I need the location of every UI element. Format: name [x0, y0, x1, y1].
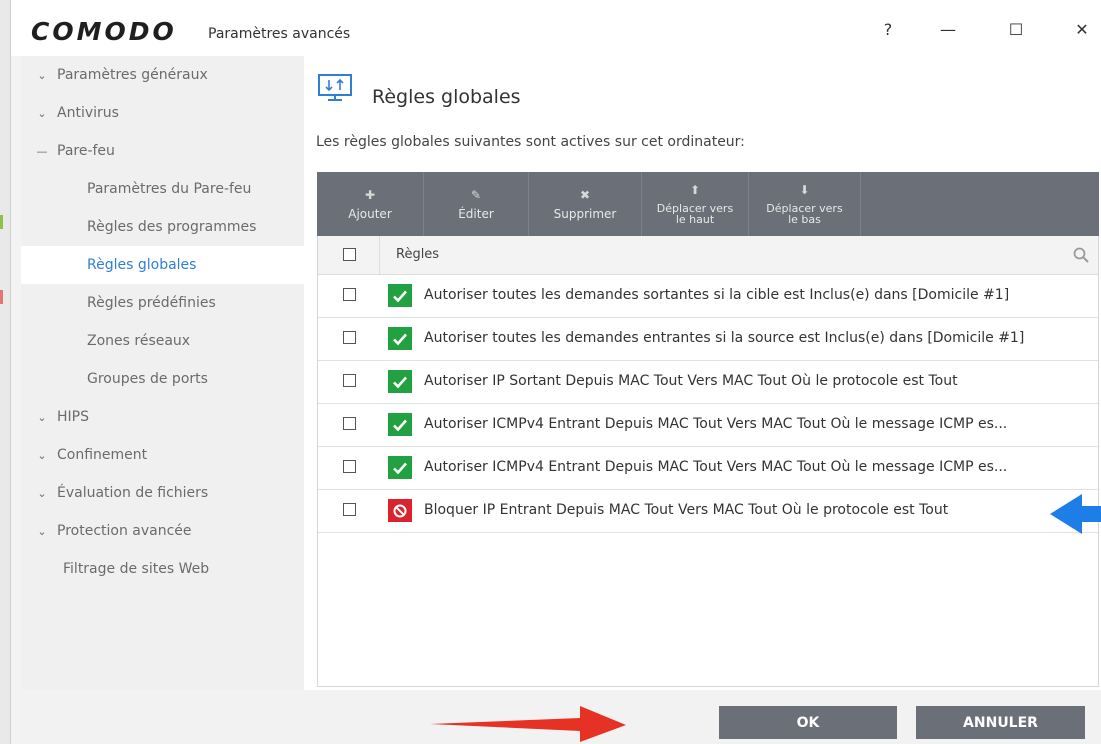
sidebar-item-label: Groupes de ports — [87, 371, 208, 387]
sidebar-item-label: Paramètres généraux — [57, 67, 208, 83]
move-down-button[interactable]: ⬇ Déplacer vers le bas — [749, 172, 861, 236]
sidebar-item-label: Règles prédéfinies — [87, 295, 216, 311]
sidebar-item-general-settings[interactable]: ⌄ Paramètres généraux — [21, 56, 304, 94]
sidebar-item-label: Confinement — [57, 447, 148, 463]
background-marker — [0, 215, 3, 229]
rule-text: Autoriser ICMPv4 Entrant Depuis MAC Tout… — [424, 459, 1008, 475]
table-header: Règles — [318, 236, 1098, 275]
title-bar: COMODO Paramètres avancés ? — ☐ ✕ — [11, 0, 1101, 56]
sidebar-item-label: Règles des programmes — [87, 219, 257, 235]
allow-check-icon — [388, 413, 412, 436]
minimize-button[interactable]: — — [928, 14, 968, 44]
table-row[interactable]: Autoriser toutes les demandes entrantes … — [318, 317, 1098, 361]
sidebar-item-network-zones[interactable]: Zones réseaux — [21, 322, 304, 360]
settings-window: COMODO Paramètres avancés ? — ☐ ✕ ⌄ Para… — [10, 0, 1101, 744]
chevron-down-icon: ⌄ — [37, 68, 47, 82]
move-up-button[interactable]: ⬆ Déplacer vers le haut — [642, 172, 749, 236]
allow-check-icon — [388, 456, 412, 479]
sidebar-item-antivirus[interactable]: ⌄ Antivirus — [21, 94, 304, 132]
close-button[interactable]: ✕ — [1062, 14, 1101, 44]
maximize-button[interactable]: ☐ — [996, 14, 1036, 44]
chevron-down-icon: ⌄ — [37, 410, 47, 424]
red-arrow-annotation — [430, 706, 626, 742]
sidebar-item-file-rating[interactable]: ⌄ Évaluation de fichiers — [21, 474, 304, 512]
pencil-icon: ✎ — [470, 188, 482, 202]
sidebar-item-website-filtering[interactable]: Filtrage de sites Web — [21, 550, 304, 588]
chevron-down-icon: ⌄ — [37, 448, 47, 462]
sidebar: ⌄ Paramètres généraux ⌄ Antivirus — Pare… — [21, 56, 304, 690]
collapse-icon: — — [36, 144, 48, 158]
table-row[interactable]: Autoriser ICMPv4 Entrant Depuis MAC Tout… — [318, 446, 1098, 490]
sidebar-item-application-rules[interactable]: Règles des programmes — [21, 208, 304, 246]
delete-button[interactable]: ✖ Supprimer — [529, 172, 642, 236]
select-all-checkbox[interactable] — [343, 248, 356, 261]
sidebar-item-global-rules[interactable]: Règles globales — [21, 246, 304, 284]
sidebar-item-label: Paramètres du Pare-feu — [87, 181, 252, 197]
sidebar-item-label: Pare-feu — [57, 143, 115, 159]
global-rules-icon — [318, 74, 352, 101]
rule-text: Autoriser ICMPv4 Entrant Depuis MAC Tout… — [424, 416, 1008, 432]
table-row[interactable]: Autoriser IP Sortant Depuis MAC Tout Ver… — [318, 360, 1098, 404]
row-checkbox[interactable] — [343, 417, 356, 430]
rules-column-header: Règles — [396, 247, 440, 262]
cancel-button[interactable]: ANNULER — [916, 706, 1085, 739]
edit-button[interactable]: ✎ Éditer — [424, 172, 529, 236]
table-row[interactable]: Autoriser toutes les demandes sortantes … — [318, 274, 1098, 318]
sidebar-item-label: Zones réseaux — [87, 333, 191, 349]
rules-toolbar: ✚ Ajouter ✎ Éditer ✖ Supprimer ⬆ Déplace… — [317, 172, 1099, 236]
comodo-logo: COMODO — [31, 17, 177, 46]
sidebar-item-label: Règles globales — [87, 257, 197, 273]
blue-arrow-annotation — [1050, 494, 1101, 534]
main-content: Règles globales Les règles globales suiv… — [304, 56, 1101, 690]
background-window-strip — [0, 0, 10, 744]
block-icon — [388, 499, 412, 522]
sidebar-item-firewall-settings[interactable]: Paramètres du Pare-feu — [21, 170, 304, 208]
sidebar-item-advanced-protection[interactable]: ⌄ Protection avancée — [21, 512, 304, 550]
sidebar-item-predefined-rules[interactable]: Règles prédéfinies — [21, 284, 304, 322]
allow-check-icon — [388, 327, 412, 350]
help-button[interactable]: ? — [868, 14, 908, 44]
add-button[interactable]: ✚ Ajouter — [317, 172, 424, 236]
page-title: Règles globales — [372, 86, 521, 108]
page-description: Les règles globales suivantes sont activ… — [316, 134, 745, 150]
rule-text: Autoriser toutes les demandes sortantes … — [424, 287, 1010, 303]
table-row[interactable]: Bloquer IP Entrant Depuis MAC Tout Vers … — [318, 489, 1098, 533]
sidebar-item-label: Évaluation de fichiers — [57, 485, 209, 501]
sidebar-item-hips[interactable]: ⌄ HIPS — [21, 398, 304, 436]
ok-button[interactable]: OK — [719, 706, 897, 739]
sidebar-item-port-sets[interactable]: Groupes de ports — [21, 360, 304, 398]
rule-text: Autoriser IP Sortant Depuis MAC Tout Ver… — [424, 373, 958, 389]
arrow-down-icon: ⬇ — [799, 183, 810, 197]
sidebar-item-label: Protection avancée — [57, 523, 192, 539]
row-checkbox[interactable] — [343, 460, 356, 473]
rules-table: Règles Autoriser toutes les demandes sor… — [317, 236, 1099, 687]
window-title: Paramètres avancés — [208, 26, 351, 42]
allow-check-icon — [388, 370, 412, 393]
plus-icon: ✚ — [364, 188, 376, 202]
header-divider — [379, 236, 380, 274]
row-checkbox[interactable] — [343, 503, 356, 516]
sidebar-item-label: Filtrage de sites Web — [63, 561, 210, 577]
search-icon[interactable] — [1072, 246, 1090, 264]
chevron-down-icon: ⌄ — [37, 106, 47, 120]
chevron-down-icon: ⌄ — [37, 524, 47, 538]
arrow-up-icon: ⬆ — [689, 183, 701, 197]
sidebar-item-label: HIPS — [57, 409, 89, 425]
row-checkbox[interactable] — [343, 331, 356, 344]
sidebar-item-firewall[interactable]: — Pare-feu — [21, 132, 304, 170]
sidebar-item-containment[interactable]: ⌄ Confinement — [21, 436, 304, 474]
sidebar-item-label: Antivirus — [57, 105, 119, 121]
rule-text: Autoriser toutes les demandes entrantes … — [424, 330, 1025, 346]
chevron-down-icon: ⌄ — [37, 486, 47, 500]
allow-check-icon — [388, 284, 412, 307]
background-marker — [0, 290, 3, 304]
row-checkbox[interactable] — [343, 374, 356, 387]
table-row[interactable]: Autoriser ICMPv4 Entrant Depuis MAC Tout… — [318, 403, 1098, 447]
rule-text: Bloquer IP Entrant Depuis MAC Tout Vers … — [424, 502, 949, 518]
row-checkbox[interactable] — [343, 288, 356, 301]
delete-x-icon: ✖ — [579, 188, 591, 202]
